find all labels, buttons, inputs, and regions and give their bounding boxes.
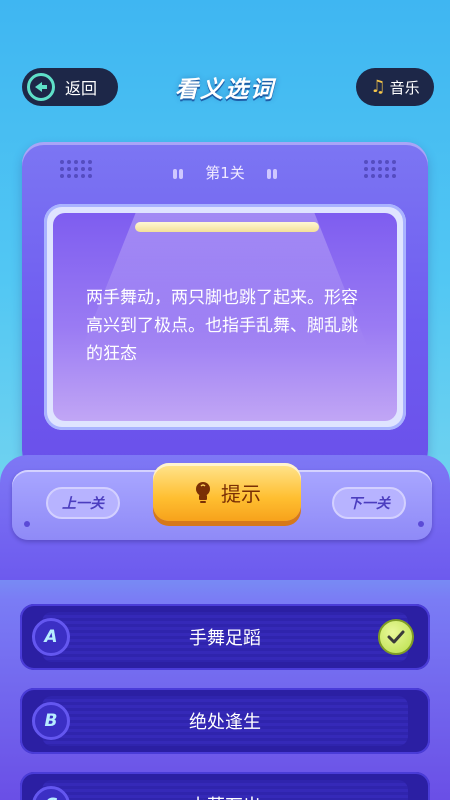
- prev-level-button[interactable]: 上一关: [46, 487, 120, 519]
- riddle-text: 两手舞动，两只脚也跳了起来。形容高兴到了极点。也指手乱舞、脚乱跳的狂态: [86, 288, 358, 364]
- level-indicator: 第1关: [0, 162, 450, 183]
- music-button[interactable]: ♫ 音乐: [356, 68, 434, 106]
- lightbulb-icon: [193, 480, 213, 504]
- checkmark-icon: [378, 619, 414, 655]
- music-label: 音乐: [389, 78, 420, 97]
- bolt-icon: [418, 521, 424, 527]
- option-c[interactable]: C 水落石出: [20, 772, 430, 800]
- level-label: 第1关: [205, 164, 245, 182]
- hint-button[interactable]: 提示: [153, 463, 301, 521]
- music-note-icon: ♫: [370, 77, 386, 97]
- next-level-button[interactable]: 下一关: [332, 487, 406, 519]
- hint-label: 提示: [221, 481, 261, 506]
- option-text: 绝处逢生: [189, 712, 261, 733]
- option-text: 手舞足蹈: [189, 628, 261, 649]
- option-b[interactable]: B 绝处逢生: [20, 688, 430, 754]
- option-text: 水落石出: [20, 772, 430, 800]
- bolt-icon: [24, 521, 30, 527]
- screen-lamp: [135, 222, 319, 232]
- option-a[interactable]: A 手舞足蹈: [20, 604, 430, 670]
